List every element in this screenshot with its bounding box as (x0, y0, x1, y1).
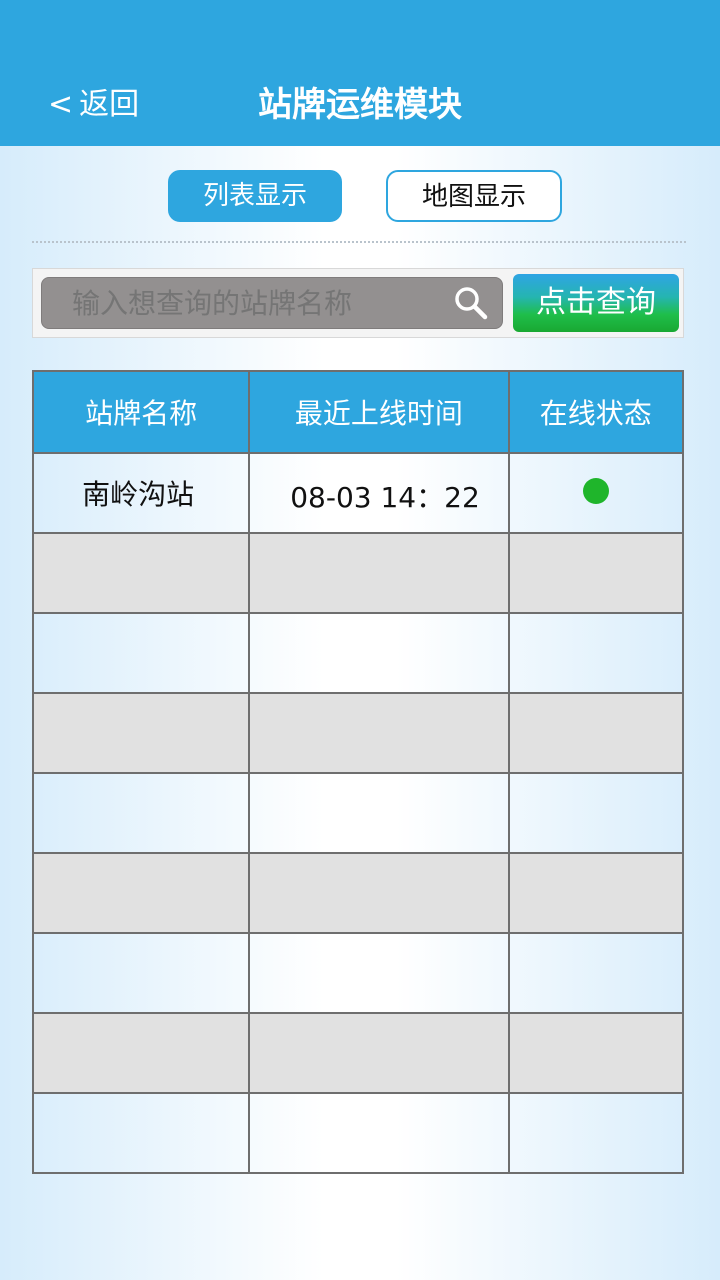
last-online-cell (248, 852, 510, 934)
app-header: < 返回 站牌运维模块 (0, 0, 720, 146)
station-name-cell (31, 692, 251, 774)
station-name-cell (31, 772, 251, 854)
status-cell (507, 452, 685, 534)
last-online-cell (248, 692, 510, 774)
status-cell (507, 1092, 685, 1174)
last-online-cell (248, 1092, 510, 1174)
search-input[interactable] (41, 277, 503, 329)
station-name-cell (31, 1012, 251, 1094)
last-online-cell (248, 612, 510, 694)
status-cell (507, 612, 685, 694)
station-name-cell (31, 1092, 251, 1174)
last-online-cell (248, 532, 510, 614)
dotted-divider (32, 241, 686, 243)
column-header-status: 在线状态 (507, 370, 685, 454)
last-online-cell (248, 1012, 510, 1094)
page-title: 站牌运维模块 (258, 85, 462, 125)
search-button[interactable]: 点击查询 (513, 274, 679, 332)
table-row (31, 1092, 685, 1174)
table-row (31, 692, 685, 774)
online-status-dot (582, 477, 609, 504)
table-row (31, 532, 685, 614)
last-online-cell (248, 932, 510, 1014)
status-cell (507, 692, 685, 774)
tab-list-view[interactable]: 列表显示 (168, 170, 342, 222)
status-cell (507, 1012, 685, 1094)
search-bar: 点击查询 (32, 268, 684, 338)
status-cell (507, 932, 685, 1014)
status-cell (507, 772, 685, 854)
table-row[interactable]: 南岭沟站 08-03 14：22 (31, 452, 685, 534)
station-name-cell: 南岭沟站 (31, 452, 251, 534)
tab-map-view[interactable]: 地图显示 (386, 170, 562, 222)
table-row (31, 932, 685, 1014)
station-table: 站牌名称 最近上线时间 在线状态 南岭沟站 08-03 14：22 (31, 370, 685, 1174)
table-header-row: 站牌名称 最近上线时间 在线状态 (31, 370, 685, 454)
column-header-last-online: 最近上线时间 (248, 370, 510, 454)
status-cell (507, 852, 685, 934)
search-icon[interactable] (453, 285, 489, 321)
column-header-name: 站牌名称 (31, 370, 251, 454)
table-row (31, 772, 685, 854)
station-name-cell (31, 532, 251, 614)
table-row (31, 612, 685, 694)
last-online-cell (248, 772, 510, 854)
table-row (31, 1012, 685, 1094)
status-cell (507, 532, 685, 614)
station-name-cell (31, 612, 251, 694)
last-online-cell: 08-03 14：22 (248, 452, 510, 534)
station-name-cell (31, 852, 251, 934)
table-row (31, 852, 685, 934)
station-name-cell (31, 932, 251, 1014)
